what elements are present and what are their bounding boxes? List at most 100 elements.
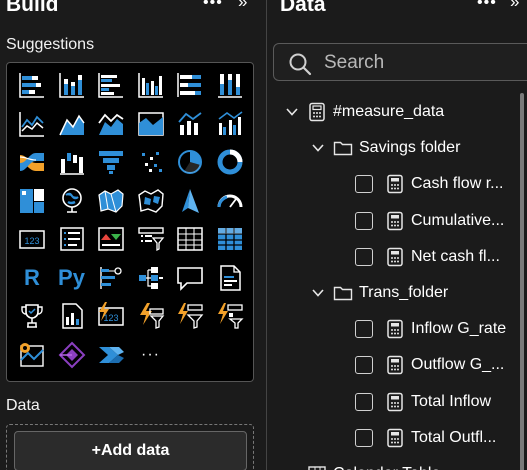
- tree-item-measure[interactable]: Net cash fl...: [355, 242, 500, 272]
- waterfall-chart-icon[interactable]: [54, 144, 90, 180]
- tree-item-label: Outflow G_...: [411, 356, 505, 374]
- line-and-stacked-column-chart-icon[interactable]: [172, 106, 208, 142]
- stacked-area-chart-icon[interactable]: [93, 106, 129, 142]
- multi-row-card-icon[interactable]: [54, 221, 90, 257]
- data-more-options-icon[interactable]: •••: [477, 0, 497, 12]
- paginated-report-icon[interactable]: [54, 298, 90, 334]
- power-apps-icon[interactable]: [54, 337, 90, 373]
- map-globe-icon[interactable]: [54, 183, 90, 219]
- slicer-new-icon[interactable]: [133, 298, 169, 334]
- calculator-icon: [387, 428, 403, 448]
- decomposition-tree-icon[interactable]: [133, 260, 169, 296]
- build-pane: Build ••• » Suggestions 123 R Py 123 ··· Dat…: [0, 0, 266, 470]
- r-script-visual-label: R: [24, 264, 40, 290]
- field-checkbox[interactable]: [355, 320, 373, 339]
- tree-item-folder[interactable]: Trans_folder: [311, 278, 448, 308]
- ribbon-chart-icon[interactable]: [14, 144, 50, 180]
- svg-text:123: 123: [24, 236, 39, 246]
- tree-item-label: Cash flow r...: [411, 175, 504, 193]
- key-influencers-icon[interactable]: [93, 260, 129, 296]
- slicer-icon[interactable]: [133, 221, 169, 257]
- calculator-icon: [387, 392, 403, 411]
- card-icon[interactable]: 123: [14, 221, 50, 257]
- funnel-chart-icon[interactable]: [93, 144, 129, 180]
- treemap-icon[interactable]: [14, 183, 50, 219]
- calculator-icon: [387, 211, 403, 230]
- tree-item-measure[interactable]: Cash flow r...: [355, 169, 503, 199]
- calculator-icon: [387, 247, 403, 267]
- tree-item-measure[interactable]: Inflow G_rate: [355, 314, 506, 344]
- 100-percent-stacked-column-chart-icon[interactable]: [212, 67, 248, 103]
- shape-map-icon[interactable]: [133, 183, 169, 219]
- line-chart-icon[interactable]: [14, 106, 50, 142]
- r-script-visual-icon[interactable]: R: [14, 260, 50, 296]
- area-chart-icon[interactable]: [54, 106, 90, 142]
- tree-item-label: #measure_data: [333, 103, 445, 120]
- line-and-clustered-column-chart-icon[interactable]: [212, 106, 248, 142]
- field-checkbox[interactable]: [355, 175, 373, 194]
- tree-item-table[interactable]: #measure_data: [285, 97, 444, 127]
- suggestions-label: Suggestions: [6, 36, 95, 53]
- power-automate-icon[interactable]: [93, 337, 129, 373]
- calculator-icon: [387, 175, 403, 194]
- visualization-grid: 123 R Py 123 ···: [6, 62, 254, 382]
- data-collapse-icon[interactable]: »: [510, 0, 519, 12]
- search-input[interactable]: [324, 50, 524, 76]
- card-new-icon[interactable]: 123: [93, 298, 129, 334]
- pie-chart-icon[interactable]: [172, 144, 208, 180]
- search-box[interactable]: [273, 43, 527, 81]
- calculator-icon: [387, 356, 403, 375]
- stacked-bar-chart-icon[interactable]: [14, 67, 50, 103]
- data-pane-title: Data: [280, 0, 326, 16]
- qa-icon[interactable]: [172, 260, 208, 296]
- donut-chart-icon[interactable]: [212, 144, 248, 180]
- measure-table-icon: [309, 102, 325, 122]
- chevron-down-icon[interactable]: [285, 105, 299, 119]
- matrix-icon[interactable]: [212, 221, 248, 257]
- stacked-column-chart-icon[interactable]: [54, 67, 90, 103]
- button-slicer-icon[interactable]: [212, 298, 248, 334]
- gauge-icon[interactable]: [212, 183, 248, 219]
- build-pane-title: Build: [6, 0, 59, 16]
- tree-item-measure[interactable]: Outflow G_...: [355, 350, 504, 380]
- kpi-icon[interactable]: [93, 221, 129, 257]
- field-checkbox[interactable]: [355, 428, 373, 447]
- build-collapse-icon[interactable]: »: [238, 0, 247, 12]
- add-data-button[interactable]: +Add data: [14, 431, 247, 470]
- field-checkbox[interactable]: [355, 247, 373, 266]
- table-icon: [308, 466, 326, 470]
- more-visuals-icon[interactable]: ···: [133, 337, 169, 373]
- svg-text:123: 123: [103, 313, 118, 323]
- 100-percent-stacked-bar-chart-icon[interactable]: [172, 67, 208, 103]
- tree-item-table[interactable]: Calendar Table: [285, 459, 440, 470]
- data-pane: Data ••• » #measure_data Savings folder Ca…: [267, 0, 527, 470]
- clustered-column-chart-icon[interactable]: [133, 67, 169, 103]
- filter-slicer-icon[interactable]: [172, 298, 208, 334]
- field-checkbox[interactable]: [355, 356, 373, 375]
- tree-item-measure[interactable]: Cumulative...: [355, 206, 504, 236]
- arcgis-map-icon[interactable]: [14, 337, 50, 373]
- scatter-chart-icon[interactable]: [133, 144, 169, 180]
- chevron-down-icon[interactable]: [311, 286, 325, 300]
- tree-item-measure[interactable]: Total Inflow: [355, 387, 491, 417]
- 100-percent-stacked-area-chart-icon[interactable]: [133, 106, 169, 142]
- clustered-bar-chart-icon[interactable]: [93, 67, 129, 103]
- tree-item-folder[interactable]: Savings folder: [311, 133, 460, 163]
- build-data-label: Data: [6, 397, 40, 414]
- goals-icon[interactable]: [14, 298, 50, 334]
- field-checkbox[interactable]: [355, 392, 373, 411]
- scrollbar-thumb[interactable]: [520, 93, 524, 470]
- chevron-down-icon[interactable]: [311, 141, 325, 155]
- azure-map-icon[interactable]: [172, 183, 208, 219]
- smart-narrative-icon[interactable]: [212, 260, 248, 296]
- add-data-dropzone[interactable]: +Add data: [6, 424, 254, 470]
- filled-map-icon[interactable]: [93, 183, 129, 219]
- field-checkbox[interactable]: [355, 211, 373, 230]
- tree-item-label: Savings folder: [359, 139, 461, 157]
- table-icon[interactable]: [172, 221, 208, 257]
- tree-item-measure[interactable]: Total Outfl...: [355, 423, 496, 453]
- search-icon: [289, 53, 312, 76]
- python-visual-icon[interactable]: Py: [54, 260, 90, 296]
- build-more-options-icon[interactable]: •••: [203, 0, 223, 12]
- tree-item-label: Total Outfl...: [411, 428, 497, 446]
